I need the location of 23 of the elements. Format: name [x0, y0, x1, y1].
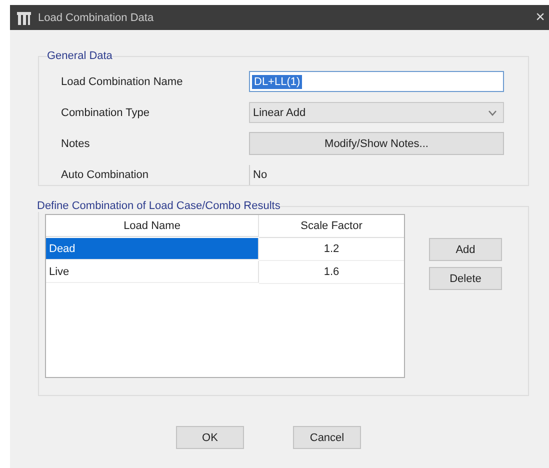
group-title: Define Combination of Load Case/Combo Results	[37, 200, 280, 212]
column-header: Load Name	[46, 215, 259, 237]
load-name-cell[interactable]: Dead	[46, 238, 259, 260]
close-button[interactable]: ×	[532, 8, 549, 26]
field-label: Combination Type	[61, 106, 150, 118]
name-field[interactable]: DL+LL(1)	[249, 71, 504, 92]
auto-combination-value: No	[249, 164, 508, 184]
scale-factor-cell: 1.2	[259, 238, 404, 261]
field-label: Load Combination Name	[61, 76, 184, 88]
delete-button[interactable]: Delete	[429, 267, 502, 290]
load-name-cell[interactable]: Live	[46, 261, 259, 283]
field-label: Auto Combination	[61, 168, 150, 180]
notes-button[interactable]: Modify/Show Notes...	[249, 132, 504, 155]
caret-icon	[488, 110, 497, 116]
cancel-button[interactable]: Cancel	[293, 426, 361, 449]
field-label: Notes	[61, 138, 91, 150]
type-dropdown[interactable]: Linear Add	[249, 102, 504, 123]
add-button[interactable]: Add	[429, 238, 502, 261]
window-title: Load Combination Data	[38, 12, 155, 24]
group-title: General Data	[47, 50, 112, 62]
scale-factor-cell: 1.6	[259, 261, 404, 284]
ok-button[interactable]: OK	[176, 426, 244, 449]
app-icon	[16, 10, 32, 26]
